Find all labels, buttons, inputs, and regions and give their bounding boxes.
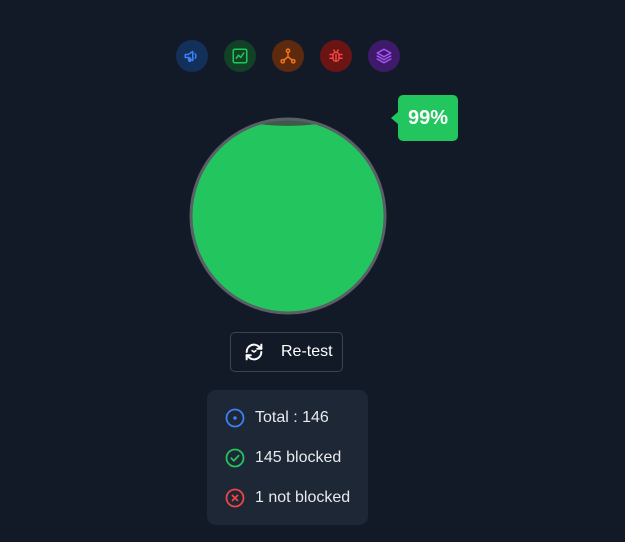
stat-not-blocked: 1 not blocked — [225, 488, 368, 508]
x-circle-icon — [225, 488, 245, 508]
percent-tooltip: 99% — [391, 95, 458, 141]
stats-panel: Total : 146 145 blocked 1 not blocked — [207, 390, 368, 525]
layers-icon-button[interactable] — [368, 40, 400, 72]
chart-icon-button[interactable] — [224, 40, 256, 72]
category-icon-row — [176, 40, 400, 72]
bug-icon-button[interactable] — [320, 40, 352, 72]
percent-label: 99% — [407, 106, 449, 129]
network-icon — [280, 48, 296, 64]
stat-total: Total : 146 — [225, 408, 368, 428]
stat-blocked: 145 blocked — [225, 448, 368, 468]
megaphone-icon-button[interactable] — [176, 40, 208, 72]
retest-label: Re-test — [281, 343, 333, 360]
retest-button[interactable]: Re-test — [230, 332, 343, 372]
stat-blocked-label: 145 blocked — [255, 449, 342, 466]
target-icon — [225, 408, 245, 428]
megaphone-icon — [184, 50, 197, 62]
refresh-icon — [245, 343, 263, 361]
bug-icon — [329, 49, 343, 62]
stat-total-label: Total : 146 — [255, 409, 329, 426]
blocked-ratio-gauge — [189, 117, 387, 315]
layers-icon — [376, 48, 392, 64]
page: 99% Re-test Total : 146 145 blocked 1 no… — [0, 0, 625, 542]
network-icon-button[interactable] — [272, 40, 304, 72]
stat-not-blocked-label: 1 not blocked — [255, 489, 351, 506]
chart-icon — [232, 48, 248, 64]
check-circle-icon — [225, 448, 245, 468]
